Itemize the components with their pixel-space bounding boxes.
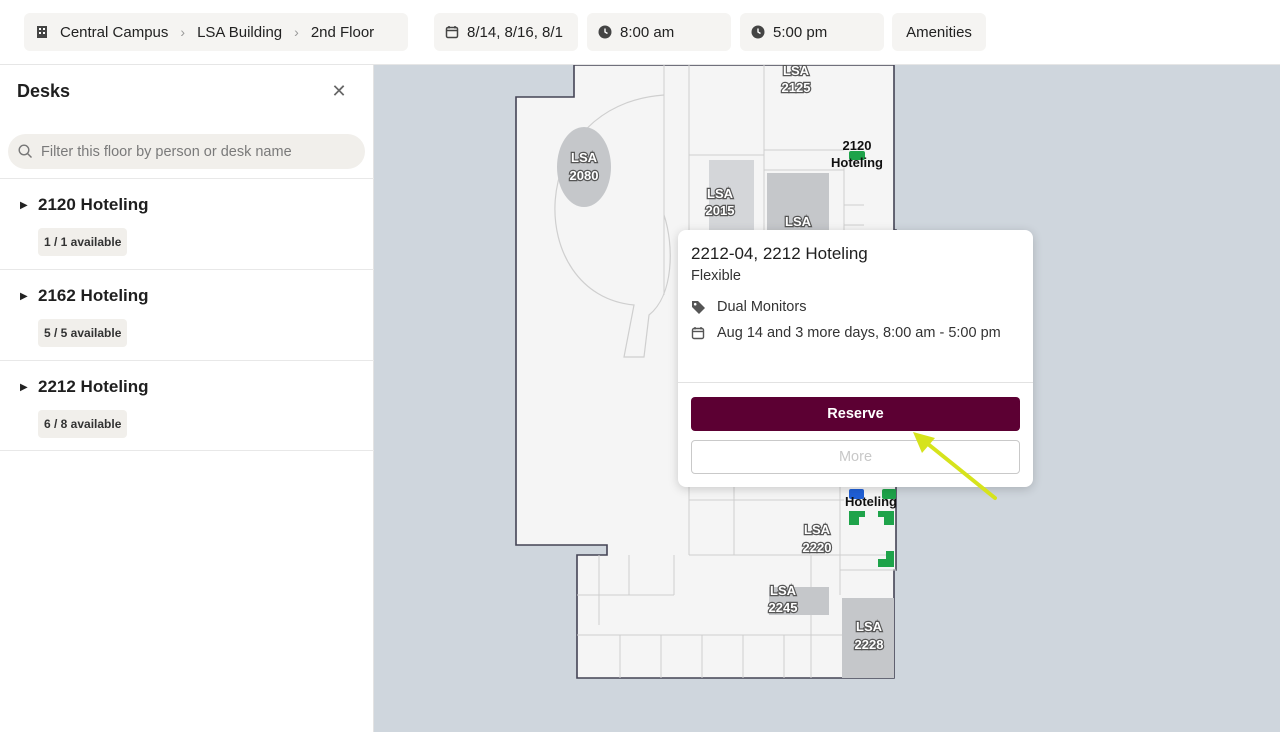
chevron-right-icon: › xyxy=(294,24,299,40)
room-2080 xyxy=(557,127,611,207)
list-item-2162-hoteling[interactable]: ▶ 2162 Hoteling 5 / 5 available xyxy=(0,269,374,360)
start-time-value: 8:00 am xyxy=(620,23,675,41)
close-icon[interactable]: ✕ xyxy=(329,81,349,101)
start-time-picker[interactable]: 8:00 am xyxy=(587,13,731,51)
clock-icon xyxy=(598,25,612,39)
room-label: 2015 xyxy=(706,203,735,218)
date-value: 8/14, 8/16, 8/1 xyxy=(467,23,563,41)
list-item-2120-hoteling[interactable]: ▶ 2120 Hoteling 1 / 1 available xyxy=(0,178,374,269)
breadcrumb: Central Campus › LSA Building › 2nd Floo… xyxy=(24,13,408,51)
list-item-2212-hoteling[interactable]: ▶ 2212 Hoteling 6 / 8 available xyxy=(0,360,374,451)
breadcrumb-building[interactable]: LSA Building xyxy=(197,24,282,41)
room-label: 2125 xyxy=(782,80,811,95)
amenity-text: Dual Monitors xyxy=(717,299,807,315)
schedule-text: Aug 14 and 3 more days, 8:00 am - 5:00 p… xyxy=(717,325,1001,341)
availability-badge: 1 / 1 available xyxy=(38,228,128,256)
desk-type: Flexible xyxy=(691,268,741,284)
date-picker[interactable]: 8/14, 8/16, 8/1 xyxy=(434,13,578,51)
amenity-row: Dual Monitors xyxy=(691,295,806,319)
room-label: LSA xyxy=(707,186,734,201)
availability-badge: 5 / 5 available xyxy=(38,319,128,347)
building-icon xyxy=(34,24,50,40)
chevron-right-icon: › xyxy=(180,24,186,40)
breadcrumb-floor[interactable]: 2nd Floor xyxy=(311,24,374,41)
search-icon xyxy=(18,144,33,159)
clock-icon xyxy=(751,25,765,39)
caret-right-icon[interactable]: ▶ xyxy=(20,291,28,302)
group-name: 2162 Hoteling xyxy=(38,286,149,305)
breadcrumb-campus[interactable]: Central Campus xyxy=(60,24,168,41)
top-bar: Central Campus › LSA Building › 2nd Floo… xyxy=(0,0,1280,65)
room-label: LSA xyxy=(770,583,797,598)
room-label: LSA xyxy=(856,619,883,634)
search-input[interactable] xyxy=(41,143,351,160)
caret-right-icon[interactable]: ▶ xyxy=(20,382,28,393)
group-name: 2120 Hoteling xyxy=(38,195,149,214)
desk-filter-search[interactable] xyxy=(8,134,365,169)
end-time-value: 5:00 pm xyxy=(773,23,828,41)
annotation-arrow-icon xyxy=(913,432,997,500)
popup-divider xyxy=(678,382,1033,383)
hoteling-label: Hoteling xyxy=(831,155,883,170)
hoteling-label: 2120 xyxy=(843,138,872,153)
room-label: LSA xyxy=(783,65,810,78)
hoteling-label: Hoteling xyxy=(845,494,897,509)
tag-icon xyxy=(691,295,717,319)
room-label: LSA xyxy=(571,150,598,165)
sidebar-title: Desks xyxy=(17,81,71,101)
group-name: 2212 Hoteling xyxy=(38,377,149,396)
room-label: 2245 xyxy=(769,600,798,615)
room-label: 2080 xyxy=(570,168,599,183)
room-label: 2220 xyxy=(803,540,832,555)
room-label: LSA xyxy=(804,522,831,537)
amenities-filter-button[interactable]: Amenities xyxy=(892,13,986,51)
desks-sidebar: Desks ✕ ▶ 2120 Hoteling 1 / 1 available … xyxy=(0,65,374,732)
amenities-label: Amenities xyxy=(906,23,972,41)
caret-right-icon[interactable]: ▶ xyxy=(20,200,28,211)
end-time-picker[interactable]: 5:00 pm xyxy=(740,13,884,51)
calendar-icon xyxy=(445,25,459,39)
schedule-row: Aug 14 and 3 more days, 8:00 am - 5:00 p… xyxy=(691,321,1011,345)
calendar-icon xyxy=(691,321,717,345)
desk-title: 2212-04, 2212 Hoteling xyxy=(691,244,868,263)
room-label: LSA xyxy=(785,214,812,229)
availability-badge: 6 / 8 available xyxy=(38,410,128,438)
room-label: 2228 xyxy=(855,637,884,652)
